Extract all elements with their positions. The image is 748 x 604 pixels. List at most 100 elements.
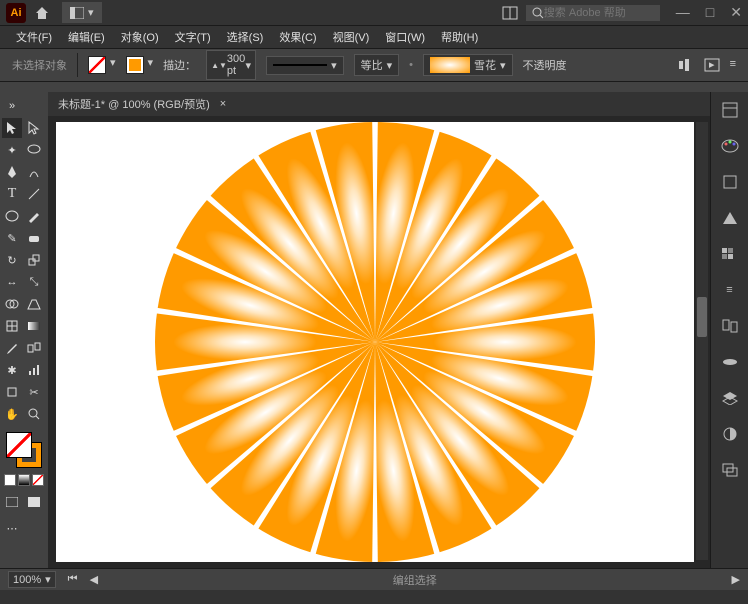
color-mode-icon[interactable] — [4, 474, 16, 486]
canvas[interactable] — [56, 122, 694, 562]
perspective-tool[interactable] — [24, 294, 44, 314]
vertical-scrollbar[interactable] — [696, 122, 708, 560]
menubar: 文件(F) 编辑(E) 对象(O) 文字(T) 选择(S) 效果(C) 视图(V… — [0, 26, 748, 48]
fill-swatch[interactable] — [88, 56, 106, 74]
statusbar: 100%▾ ⏮ ◀ 编组选择 ▶ — [0, 568, 748, 590]
titlebar: Ai ▾ — □ ✕ — [0, 0, 748, 26]
ellipse-tool[interactable] — [2, 206, 22, 226]
pen-tool[interactable] — [2, 162, 22, 182]
menu-help[interactable]: 帮助(H) — [433, 29, 486, 45]
shaper-tool[interactable]: ✎ — [2, 228, 22, 248]
statusbar-info: 编组选择 — [110, 572, 719, 588]
search-input[interactable] — [544, 7, 654, 19]
gradient-tool[interactable] — [24, 316, 44, 336]
opacity-label: 不透明度 — [523, 57, 567, 73]
home-icon[interactable] — [34, 5, 50, 21]
menu-object[interactable]: 对象(O) — [113, 29, 167, 45]
app-logo: Ai — [6, 3, 26, 23]
eraser-tool[interactable] — [24, 228, 44, 248]
selection-status: 未选择对象 — [12, 57, 67, 73]
svg-text:▸: ▸ — [709, 59, 715, 71]
screen-mode-full[interactable] — [24, 492, 44, 512]
options-bar: 未选择对象 ▾ ▾ 描边： ▲▼ 300 pt ▾ ▾ 等比▾ • 雪花▾ 不透… — [0, 48, 748, 82]
type-tool[interactable]: T — [2, 184, 22, 204]
menu-effect[interactable]: 效果(C) — [271, 29, 324, 45]
graph-tool[interactable] — [24, 360, 44, 380]
direct-selection-tool[interactable] — [24, 118, 44, 138]
search-box[interactable] — [526, 5, 660, 21]
menu-select[interactable]: 选择(S) — [219, 29, 272, 45]
transform-icon[interactable]: ▸ — [704, 58, 720, 72]
nav-first-icon[interactable]: ⏮ — [68, 573, 78, 586]
stroke-style-dropdown[interactable]: ▾ — [266, 56, 344, 75]
properties-panel-icon[interactable] — [720, 100, 740, 120]
canvas-area: 未标题-1* @ 100% (RGB/预览) × — [48, 92, 710, 568]
paintbrush-tool[interactable] — [24, 206, 44, 226]
tools-panel: » ✦ T ✎ ↻ ↔ ⤡ — [0, 92, 48, 568]
minimize-button[interactable]: — — [676, 4, 690, 21]
eyedropper-tool[interactable] — [2, 338, 22, 358]
blend-tool[interactable] — [24, 338, 44, 358]
nav-next-icon[interactable]: ▶ — [732, 573, 740, 586]
symbol-sprayer-tool[interactable]: ✱ — [2, 360, 22, 380]
stroke-profile-dropdown[interactable]: 雪花▾ — [423, 54, 513, 76]
rotate-tool[interactable]: ↻ — [2, 250, 22, 270]
stroke-swatch[interactable] — [126, 56, 144, 74]
screen-mode-normal[interactable] — [2, 492, 22, 512]
arrange-docs-icon[interactable] — [502, 6, 518, 20]
fill-color-icon[interactable] — [6, 432, 32, 458]
fill-dropdown-icon[interactable]: ▾ — [110, 56, 116, 74]
slice-tool[interactable]: ✂ — [24, 382, 44, 402]
swatches-panel-icon[interactable] — [720, 244, 740, 264]
document-tab[interactable]: 未标题-1* @ 100% (RGB/预览) × — [48, 92, 710, 116]
lasso-tool[interactable] — [24, 140, 44, 160]
stroke-label: 描边： — [163, 57, 196, 73]
options-menu-icon[interactable]: ≡ — [730, 58, 736, 72]
stroke-weight-input[interactable]: ▲▼ 300 pt ▾ — [206, 50, 256, 80]
color-panel-icon[interactable] — [720, 136, 740, 156]
transparency-panel-icon[interactable] — [720, 424, 740, 444]
color-guide-panel-icon[interactable] — [720, 208, 740, 228]
nav-prev-icon[interactable]: ◀ — [90, 573, 98, 586]
stroke-dropdown-icon[interactable]: ▾ — [148, 56, 154, 74]
mesh-tool[interactable] — [2, 316, 22, 336]
stroke-uniform-dropdown[interactable]: 等比▾ — [354, 54, 400, 76]
right-dock: ≡ — [710, 92, 748, 568]
fill-stroke-control[interactable] — [6, 432, 42, 468]
menu-view[interactable]: 视图(V) — [325, 29, 378, 45]
close-tab-button[interactable]: × — [220, 98, 226, 110]
edit-toolbar-icon[interactable]: ⋯ — [2, 518, 22, 538]
layers-panel-icon[interactable] — [720, 388, 740, 408]
scale-tool[interactable] — [24, 250, 44, 270]
selection-tool[interactable] — [2, 118, 22, 138]
menu-type[interactable]: 文字(T) — [167, 29, 219, 45]
shape-builder-tool[interactable] — [2, 294, 22, 314]
line-tool[interactable] — [24, 184, 44, 204]
expand-panel-icon[interactable]: » — [2, 96, 22, 116]
artboard-tool[interactable] — [2, 382, 22, 402]
close-button[interactable]: ✕ — [730, 4, 742, 21]
artwork-sunburst[interactable] — [140, 122, 610, 562]
align-icon[interactable] — [678, 58, 694, 72]
gradient-mode-icon[interactable] — [18, 474, 30, 486]
stroke-panel-icon[interactable] — [720, 352, 740, 372]
zoom-tool[interactable] — [24, 404, 44, 424]
menu-file[interactable]: 文件(F) — [8, 29, 60, 45]
brushes-panel-icon[interactable]: ≡ — [720, 280, 740, 300]
none-mode-icon[interactable] — [32, 474, 44, 486]
curvature-tool[interactable] — [24, 162, 44, 182]
libraries-panel-icon[interactable] — [720, 172, 740, 192]
menu-edit[interactable]: 编辑(E) — [60, 29, 113, 45]
document-tab-title: 未标题-1* @ 100% (RGB/预览) — [58, 96, 210, 112]
search-icon — [532, 7, 544, 19]
symbols-panel-icon[interactable] — [720, 316, 740, 336]
zoom-level-input[interactable]: 100%▾ — [8, 571, 56, 588]
artboards-panel-icon[interactable] — [720, 460, 740, 480]
hand-tool[interactable]: ✋ — [2, 404, 22, 424]
maximize-button[interactable]: □ — [706, 4, 714, 21]
width-tool[interactable]: ↔ — [2, 272, 22, 292]
menu-window[interactable]: 窗口(W) — [377, 29, 433, 45]
magic-wand-tool[interactable]: ✦ — [2, 140, 22, 160]
workspace-switcher[interactable]: ▾ — [62, 2, 102, 23]
free-transform-tool[interactable]: ⤡ — [24, 272, 44, 292]
